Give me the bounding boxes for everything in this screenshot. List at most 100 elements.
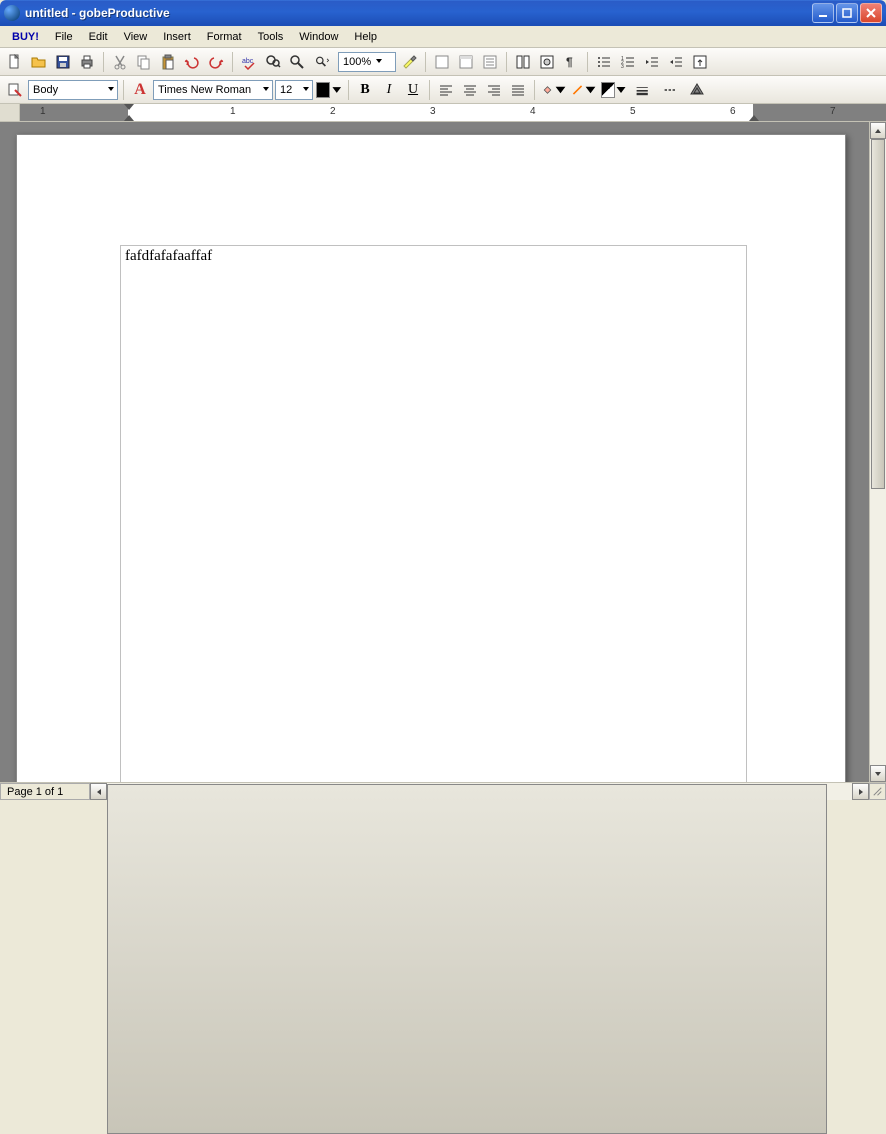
undo-button[interactable] bbox=[181, 51, 203, 73]
style-icon[interactable] bbox=[4, 79, 26, 101]
dash-style-button[interactable] bbox=[658, 79, 684, 101]
close-button[interactable] bbox=[860, 3, 882, 23]
highlighter-button[interactable] bbox=[398, 51, 420, 73]
zoom-value: 100% bbox=[343, 56, 371, 68]
new-document-button[interactable] bbox=[4, 51, 26, 73]
line-color-button[interactable] bbox=[570, 79, 598, 101]
align-right-button[interactable] bbox=[483, 79, 505, 101]
cut-button[interactable] bbox=[109, 51, 131, 73]
text-wrap-button[interactable] bbox=[536, 51, 558, 73]
document-page[interactable]: fafdfafafaaffaf bbox=[16, 134, 846, 782]
numbered-list-button[interactable]: 123 bbox=[617, 51, 639, 73]
print-button[interactable] bbox=[76, 51, 98, 73]
dropdown-arrow-icon bbox=[262, 84, 270, 96]
italic-button[interactable]: I bbox=[378, 79, 400, 101]
dropdown-arrow-icon bbox=[107, 84, 115, 96]
view-outline-button[interactable] bbox=[479, 51, 501, 73]
align-center-button[interactable] bbox=[459, 79, 481, 101]
menubar: BUY! File Edit View Insert Format Tools … bbox=[0, 26, 886, 48]
menu-buy[interactable]: BUY! bbox=[4, 29, 47, 45]
show-formatting-button[interactable]: ¶ bbox=[560, 51, 582, 73]
line-style-button[interactable] bbox=[630, 79, 656, 101]
copy-button[interactable] bbox=[133, 51, 155, 73]
indent-marker-bottom-icon[interactable] bbox=[124, 115, 134, 121]
increase-indent-button[interactable] bbox=[665, 51, 687, 73]
scroll-left-button[interactable] bbox=[90, 783, 107, 800]
menu-help[interactable]: Help bbox=[346, 29, 385, 45]
align-justify-button[interactable] bbox=[507, 79, 529, 101]
ruler-tick: 3 bbox=[430, 106, 436, 117]
scroll-up-button[interactable] bbox=[870, 122, 886, 139]
spellcheck-button[interactable]: abc bbox=[238, 51, 260, 73]
workarea: fafdfafafaaffaf bbox=[0, 122, 886, 782]
menu-view[interactable]: View bbox=[116, 29, 156, 45]
menu-edit[interactable]: Edit bbox=[81, 29, 116, 45]
underline-button[interactable]: U bbox=[402, 79, 424, 101]
horizontal-ruler[interactable]: 1 1 2 3 4 5 6 7 bbox=[20, 104, 886, 121]
ruler-tick: 7 bbox=[830, 106, 836, 117]
view-layout-button[interactable] bbox=[455, 51, 477, 73]
save-button[interactable] bbox=[52, 51, 74, 73]
insert-object-button[interactable] bbox=[689, 51, 711, 73]
view-normal-button[interactable] bbox=[431, 51, 453, 73]
window-title: untitled - gobeProductive bbox=[25, 6, 812, 20]
font-value: Times New Roman bbox=[158, 84, 251, 96]
document-text[interactable]: fafdfafafaaffaf bbox=[125, 248, 212, 264]
font-icon[interactable]: A bbox=[129, 79, 151, 101]
dropdown-arrow-icon bbox=[375, 56, 383, 68]
ruler-tick: 1 bbox=[230, 106, 236, 117]
find-button[interactable] bbox=[262, 51, 284, 73]
right-indent-marker-icon[interactable] bbox=[749, 115, 759, 121]
scroll-track[interactable] bbox=[870, 139, 886, 765]
ruler-tick: 4 bbox=[530, 106, 536, 117]
document-viewport[interactable]: fafdfafafaaffaf bbox=[0, 122, 869, 782]
redo-button[interactable] bbox=[205, 51, 227, 73]
style-value: Body bbox=[33, 84, 58, 96]
menu-format[interactable]: Format bbox=[199, 29, 250, 45]
font-color-button[interactable] bbox=[315, 79, 343, 101]
ruler-row: 1 1 2 3 4 5 6 7 bbox=[0, 104, 886, 122]
scroll-right-button[interactable] bbox=[852, 783, 869, 800]
ruler-tick: 1 bbox=[40, 106, 46, 117]
zoom-dropdown[interactable]: 100% bbox=[338, 52, 396, 72]
menu-insert[interactable]: Insert bbox=[155, 29, 199, 45]
hscroll-track[interactable] bbox=[107, 783, 852, 800]
transparency-button[interactable] bbox=[686, 79, 708, 101]
maximize-button[interactable] bbox=[836, 3, 858, 23]
minimize-button[interactable] bbox=[812, 3, 834, 23]
ruler-tick: 6 bbox=[730, 106, 736, 117]
zoom-fit-button[interactable] bbox=[310, 51, 336, 73]
statusbar: Page 1 of 1 bbox=[0, 782, 886, 800]
scroll-down-button[interactable] bbox=[870, 765, 886, 782]
ruler-tick: 2 bbox=[330, 106, 336, 117]
shadow-color-button[interactable] bbox=[600, 79, 628, 101]
svg-text:¶: ¶ bbox=[566, 55, 573, 69]
menu-tools[interactable]: Tools bbox=[250, 29, 292, 45]
text-frame[interactable]: fafdfafafaaffaf bbox=[120, 245, 747, 782]
font-size-value: 12 bbox=[280, 84, 292, 96]
menu-file[interactable]: File bbox=[47, 29, 81, 45]
resize-grip[interactable] bbox=[869, 783, 886, 800]
font-dropdown[interactable]: Times New Roman bbox=[153, 80, 273, 100]
indent-marker-top-icon[interactable] bbox=[124, 104, 134, 110]
ruler-corner bbox=[0, 104, 20, 121]
paste-button[interactable] bbox=[157, 51, 179, 73]
scroll-thumb[interactable] bbox=[871, 139, 885, 489]
zoom-tool-button[interactable] bbox=[286, 51, 308, 73]
menu-window[interactable]: Window bbox=[291, 29, 346, 45]
align-left-button[interactable] bbox=[435, 79, 457, 101]
hscroll-thumb[interactable] bbox=[107, 784, 827, 1134]
style-dropdown[interactable]: Body bbox=[28, 80, 118, 100]
vertical-scrollbar[interactable] bbox=[869, 122, 886, 782]
font-size-dropdown[interactable]: 12 bbox=[275, 80, 313, 100]
page-status: Page 1 of 1 bbox=[0, 783, 90, 800]
app-icon bbox=[4, 5, 20, 21]
columns-button[interactable] bbox=[512, 51, 534, 73]
horizontal-scrollbar[interactable] bbox=[90, 783, 869, 800]
bold-button[interactable]: B bbox=[354, 79, 376, 101]
open-button[interactable] bbox=[28, 51, 50, 73]
formatting-toolbar: Body A Times New Roman 12 B I U bbox=[0, 76, 886, 104]
bullet-list-button[interactable] bbox=[593, 51, 615, 73]
fill-color-button[interactable] bbox=[540, 79, 568, 101]
decrease-indent-button[interactable] bbox=[641, 51, 663, 73]
